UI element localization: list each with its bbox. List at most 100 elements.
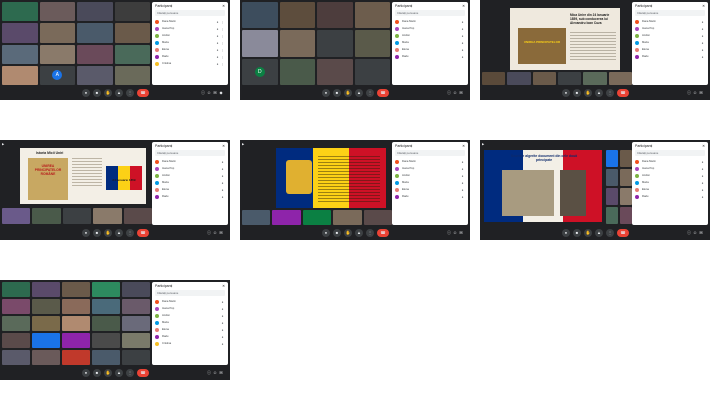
participant-row[interactable]: Dana Marin ● [632, 158, 708, 165]
participant-row[interactable]: Dana Marin ● [152, 298, 228, 305]
raise-hand-icon[interactable]: ✋ [104, 89, 112, 97]
video-tile[interactable] [114, 2, 150, 22]
video-tile[interactable] [2, 350, 30, 365]
participant-row[interactable]: Cristina ● ⋮ [152, 60, 228, 67]
video-tile[interactable] [2, 282, 30, 297]
more-icon[interactable]: ⋮ [366, 229, 374, 237]
video-tile[interactable] [354, 58, 390, 85]
participant-row[interactable]: Radu ● ⋮ [152, 53, 228, 60]
video-tile[interactable]: A [39, 65, 75, 85]
participant-row[interactable]: Andrei ● [632, 172, 708, 179]
chat-icon[interactable]: ✉ [218, 230, 224, 236]
end-call-icon[interactable]: ☎ [377, 89, 389, 97]
participant-row[interactable]: Ioana Pop ● [392, 165, 468, 172]
raise-hand-icon[interactable]: ✋ [344, 229, 352, 237]
present-icon[interactable]: ▲ [355, 89, 363, 97]
video-tile[interactable] [122, 333, 150, 348]
present-icon[interactable]: ▲ [115, 229, 123, 237]
chat-icon[interactable]: ✉ [458, 90, 464, 96]
video-tile[interactable] [62, 316, 90, 331]
video-tile[interactable] [92, 299, 120, 314]
participant-row[interactable]: Radu ● [152, 193, 228, 200]
participant-row[interactable]: Radu ● [632, 53, 708, 60]
video-tile[interactable] [354, 2, 390, 29]
present-icon[interactable]: ▲ [115, 89, 123, 97]
video-tile[interactable] [279, 58, 315, 85]
video-tile[interactable] [608, 72, 632, 85]
close-icon[interactable]: ✕ [222, 4, 225, 8]
chat-icon[interactable]: ✉ [218, 370, 224, 376]
video-tile[interactable] [620, 188, 632, 205]
participant-row[interactable]: Dana Marin ● ⋮ [152, 18, 228, 25]
participant-row[interactable]: Ioana Pop ● ⋮ [152, 25, 228, 32]
participant-row[interactable]: Elena ● [632, 186, 708, 193]
video-tile[interactable] [620, 207, 632, 224]
participant-row[interactable]: Dana Marin ● [152, 158, 228, 165]
participant-row[interactable]: Andrei ● [152, 172, 228, 179]
video-tile[interactable] [620, 150, 632, 167]
video-tile[interactable] [606, 188, 618, 205]
video-tile[interactable] [363, 210, 392, 225]
video-tile[interactable] [62, 333, 90, 348]
chat-icon[interactable]: ✉ [698, 90, 704, 96]
participant-row[interactable]: Elena ● [392, 186, 468, 193]
more-icon[interactable]: ⋮ [220, 20, 225, 24]
more-icon[interactable]: ⋮ [126, 89, 134, 97]
mic-icon[interactable]: ● [562, 89, 570, 97]
mic-icon[interactable]: ● [82, 229, 90, 237]
participant-row[interactable]: Maria ● [152, 319, 228, 326]
video-tile[interactable] [62, 350, 90, 365]
participant-row[interactable]: Elena ● ⋮ [152, 46, 228, 53]
video-tile[interactable] [39, 44, 75, 64]
chat-icon[interactable]: ✉ [458, 230, 464, 236]
participant-row[interactable]: Ioana Pop ● [632, 165, 708, 172]
video-tile[interactable] [242, 30, 278, 57]
video-tile[interactable] [62, 282, 90, 297]
video-tile[interactable] [242, 2, 278, 29]
video-tile[interactable] [242, 210, 271, 225]
participant-row[interactable]: Elena ● [392, 46, 468, 53]
chat-icon[interactable]: ✉ [698, 230, 704, 236]
participant-row[interactable]: Maria ● ⋮ [152, 39, 228, 46]
participant-row[interactable]: Ioana Pop ● [392, 25, 468, 32]
video-tile[interactable] [2, 44, 38, 64]
participant-row[interactable]: Ioana Pop ● [632, 25, 708, 32]
search-input[interactable]: Căutați persoane [155, 290, 225, 296]
video-tile[interactable] [123, 208, 152, 224]
close-icon[interactable]: ✕ [222, 284, 225, 288]
more-icon[interactable]: ⋮ [220, 62, 225, 66]
video-tile[interactable] [507, 72, 531, 85]
end-call-icon[interactable]: ☎ [617, 229, 629, 237]
participant-row[interactable]: Ioana Pop ● [152, 305, 228, 312]
video-tile[interactable] [2, 333, 30, 348]
video-tile[interactable] [122, 299, 150, 314]
video-tile[interactable] [302, 210, 332, 225]
close-icon[interactable]: ✕ [462, 4, 465, 8]
video-tile[interactable] [77, 2, 113, 22]
close-icon[interactable]: ✕ [222, 144, 225, 148]
video-tile[interactable] [114, 44, 150, 64]
mic-icon[interactable]: ● [322, 89, 330, 97]
raise-hand-icon[interactable]: ✋ [104, 229, 112, 237]
video-tile[interactable] [317, 2, 353, 29]
video-tile[interactable] [114, 65, 150, 85]
participant-row[interactable]: Maria ● [632, 179, 708, 186]
more-icon[interactable]: ⋮ [220, 55, 225, 59]
video-tile[interactable] [606, 169, 618, 186]
video-tile[interactable] [606, 207, 618, 224]
video-tile[interactable] [77, 44, 113, 64]
present-icon[interactable]: ▲ [355, 229, 363, 237]
participant-row[interactable]: Elena ● [152, 326, 228, 333]
video-tile[interactable] [39, 23, 75, 43]
more-icon[interactable]: ⋮ [126, 369, 134, 377]
more-icon[interactable]: ⋮ [606, 229, 614, 237]
video-tile[interactable] [77, 65, 113, 85]
video-tile[interactable] [2, 208, 31, 224]
video-tile[interactable] [62, 299, 90, 314]
present-icon[interactable]: ▲ [115, 369, 123, 377]
video-tile[interactable] [279, 2, 315, 29]
video-tile[interactable] [333, 210, 362, 225]
video-tile[interactable] [32, 299, 60, 314]
camera-icon[interactable]: ■ [573, 89, 581, 97]
video-tile[interactable] [32, 333, 60, 348]
